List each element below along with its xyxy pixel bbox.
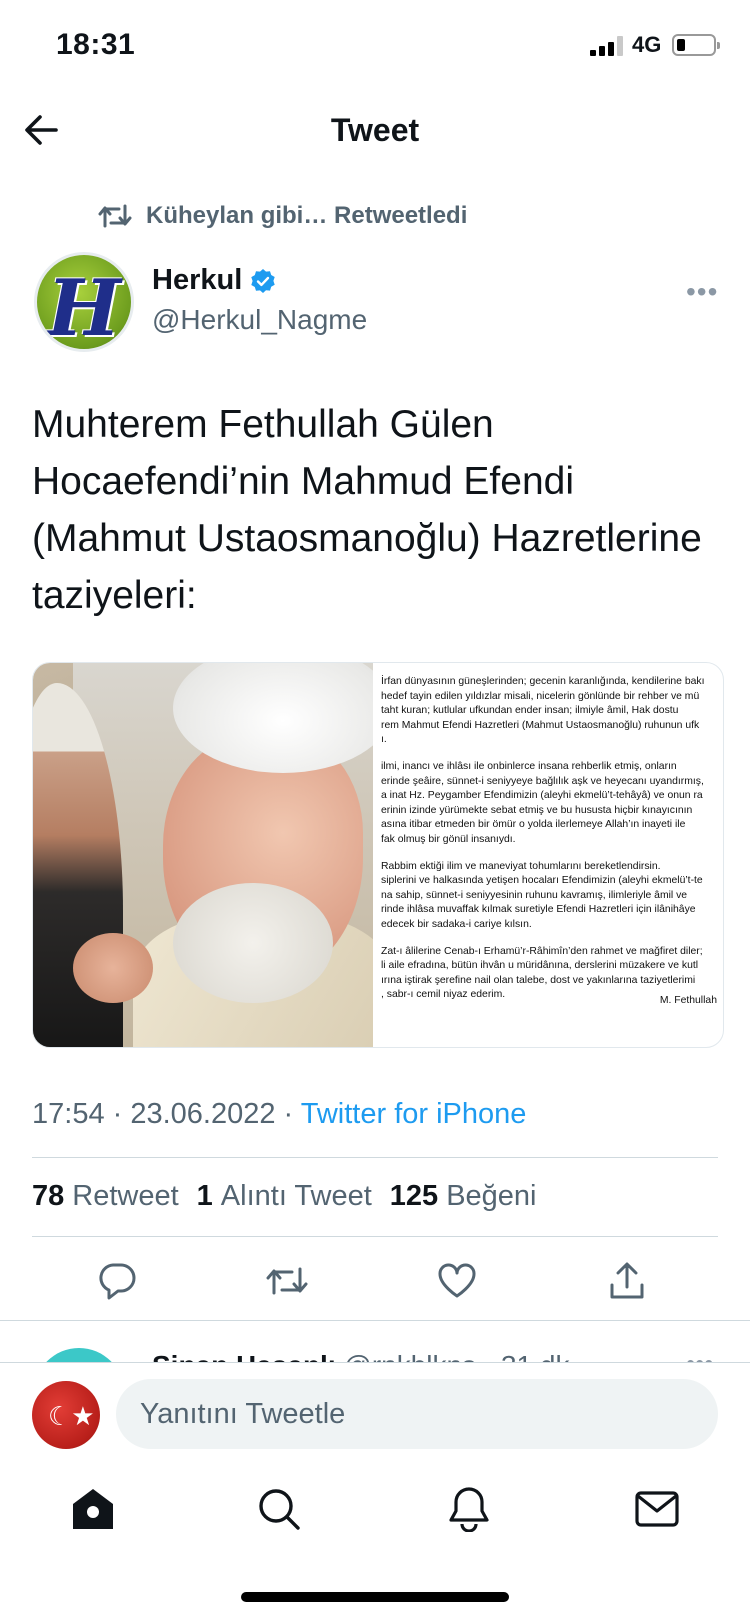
quote-count[interactable]: 1 Alıntı Tweet bbox=[197, 1180, 372, 1213]
more-horizontal-icon[interactable]: ••• bbox=[686, 1348, 713, 1362]
divider bbox=[32, 1157, 718, 1158]
media-letter: İrfan dünyasının güneşlerinden; gecenin … bbox=[373, 663, 723, 1047]
more-horizontal-icon[interactable]: ••• bbox=[686, 276, 718, 308]
battery-icon bbox=[672, 34, 720, 56]
reply-avatar bbox=[34, 1348, 124, 1362]
tweet-source-link[interactable]: Twitter for iPhone bbox=[301, 1098, 527, 1130]
author-avatar[interactable]: H bbox=[34, 252, 134, 352]
verified-badge-icon bbox=[251, 268, 275, 293]
page-title: Tweet bbox=[330, 112, 420, 148]
like-count[interactable]: 125 Beğeni bbox=[390, 1180, 537, 1213]
tweet-stats: 78 Retweet 1 Alıntı Tweet 125 Beğeni bbox=[32, 1180, 555, 1213]
reply-author: Sinan Hasanlı @rnkblkns · 31 dk bbox=[152, 1350, 569, 1362]
signal-icon bbox=[590, 36, 624, 56]
bell-icon[interactable] bbox=[444, 1484, 494, 1534]
mail-icon[interactable] bbox=[632, 1484, 682, 1534]
author-name[interactable]: Herkul bbox=[152, 264, 276, 297]
tweet-timestamp: 17:54 · 23.06.2022 · bbox=[32, 1098, 301, 1130]
user-avatar: ☾★ bbox=[32, 1381, 100, 1449]
letter-paragraph: Rabbim ektiği ilim ve maneviyat tohumlar… bbox=[381, 860, 703, 930]
home-icon[interactable] bbox=[68, 1484, 118, 1534]
retweet-icon[interactable] bbox=[264, 1258, 310, 1304]
letter-paragraph: ilmi, inancı ve ihlâsı ile onbinlerce in… bbox=[381, 760, 704, 845]
tweet-actions bbox=[0, 1258, 750, 1318]
retweet-context-label: Küheylan gibi… Retweetledi bbox=[146, 202, 468, 229]
letter-signature: M. Fethullah bbox=[659, 995, 717, 1007]
divider bbox=[32, 1236, 718, 1237]
author-name-text: Herkul bbox=[152, 264, 243, 296]
status-bar: 18:31 4G bbox=[0, 0, 750, 90]
avatar-letter: H bbox=[47, 263, 121, 352]
author-handle[interactable]: @Herkul_Nagme bbox=[152, 304, 367, 336]
heart-icon[interactable] bbox=[434, 1258, 480, 1304]
reply-preview[interactable]: Sinan Hasanlı @rnkblkns · 31 dk ••• bbox=[0, 1322, 750, 1362]
reply-icon[interactable] bbox=[94, 1258, 140, 1304]
status-time: 18:31 bbox=[56, 28, 136, 61]
tweet-text: Muhterem Fethullah Gülen Hocaefendi’nin … bbox=[32, 403, 702, 617]
tweet-meta: 17:54 · 23.06.2022 · Twitter for iPhone bbox=[32, 1098, 526, 1131]
tweet-media[interactable]: İrfan dünyasının güneşlerinden; gecenin … bbox=[32, 662, 724, 1048]
search-icon[interactable] bbox=[254, 1484, 304, 1534]
media-photo bbox=[33, 663, 373, 1047]
divider bbox=[0, 1320, 750, 1321]
reply-input[interactable]: Yanıtını Tweetle bbox=[116, 1379, 718, 1449]
share-icon[interactable] bbox=[604, 1258, 650, 1304]
retweet-context[interactable]: Küheylan gibi… Retweetledi bbox=[98, 198, 467, 234]
letter-paragraph: İrfan dünyasının güneşlerinden; gecenin … bbox=[381, 676, 705, 746]
home-indicator bbox=[241, 1592, 509, 1602]
retweet-count[interactable]: 78 Retweet bbox=[32, 1180, 179, 1213]
retweet-icon bbox=[98, 204, 132, 228]
network-label: 4G bbox=[632, 32, 662, 57]
reply-composer: ☾★ Yanıtını Tweetle bbox=[0, 1362, 750, 1470]
top-nav: Tweet bbox=[0, 96, 750, 168]
tab-bar bbox=[0, 1470, 750, 1554]
